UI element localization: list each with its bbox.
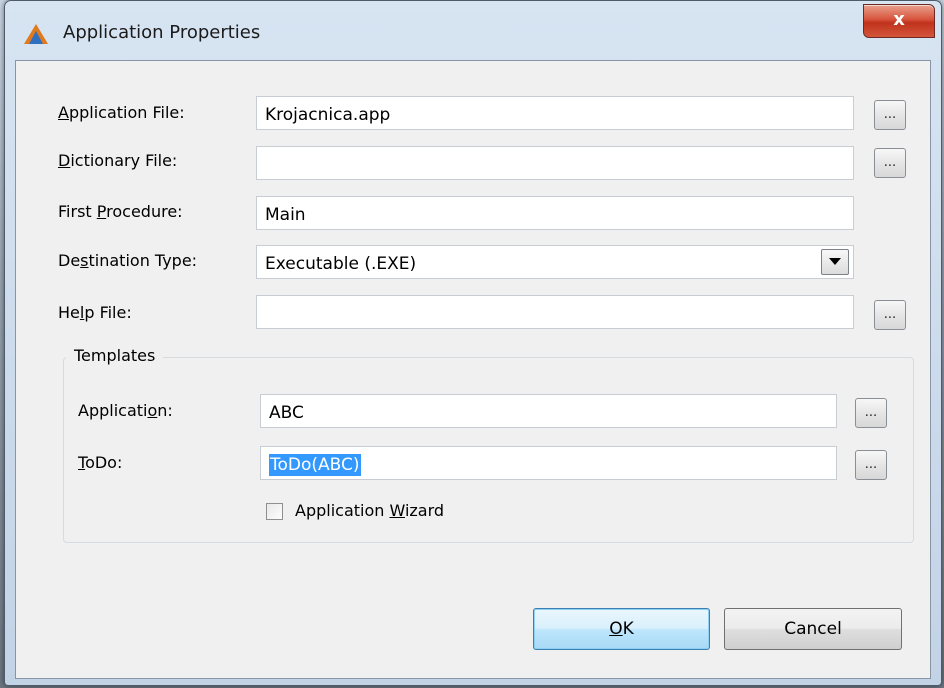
application-file-label: Application File: <box>58 103 185 122</box>
template-todo-selected-text: ToDo(ABC) <box>269 454 361 476</box>
template-todo-label: ToDo: <box>78 453 123 472</box>
application-wizard-label[interactable]: Application Wizard <box>295 501 444 520</box>
app-logo-icon <box>24 24 48 44</box>
template-todo-input[interactable]: ToDo(ABC) <box>260 446 837 480</box>
help-file-browse-button[interactable]: ... <box>874 300 906 330</box>
template-application-label: Application: <box>78 401 173 420</box>
template-application-input[interactable]: ABC <box>260 394 837 428</box>
destination-type-select[interactable]: Executable (.EXE) <box>256 245 854 279</box>
template-application-browse-button[interactable]: ... <box>855 398 887 428</box>
help-file-label: Help File: <box>58 303 132 322</box>
window-title: Application Properties <box>63 22 261 43</box>
destination-type-label: Destination Type: <box>58 251 198 270</box>
cancel-button[interactable]: Cancel <box>724 608 902 650</box>
first-procedure-label: First Procedure: <box>58 202 183 221</box>
destination-type-value: Executable (.EXE) <box>265 254 417 274</box>
first-procedure-input[interactable]: Main <box>256 196 854 230</box>
close-icon: x <box>893 9 905 30</box>
dialog-client-area: Application File: Krojacnica.app ... Dic… <box>15 60 931 679</box>
destination-type-dropdown-button[interactable] <box>821 249 849 275</box>
dictionary-file-input[interactable] <box>256 146 854 180</box>
application-file-input[interactable]: Krojacnica.app <box>256 96 854 130</box>
ok-button[interactable]: OK <box>533 608 710 650</box>
chevron-down-icon <box>829 258 841 265</box>
application-properties-dialog: Application Properties x Application Fil… <box>4 0 942 686</box>
templates-group-title: Templates <box>66 346 164 365</box>
help-file-input[interactable] <box>256 295 854 329</box>
dictionary-file-label: Dictionary File: <box>58 151 178 170</box>
application-wizard-checkbox[interactable] <box>266 503 283 520</box>
dictionary-file-browse-button[interactable]: ... <box>874 148 906 178</box>
template-todo-browse-button[interactable]: ... <box>855 450 887 480</box>
application-file-browse-button[interactable]: ... <box>874 100 906 130</box>
close-button[interactable]: x <box>863 4 935 38</box>
title-bar[interactable]: Application Properties x <box>5 1 941 61</box>
